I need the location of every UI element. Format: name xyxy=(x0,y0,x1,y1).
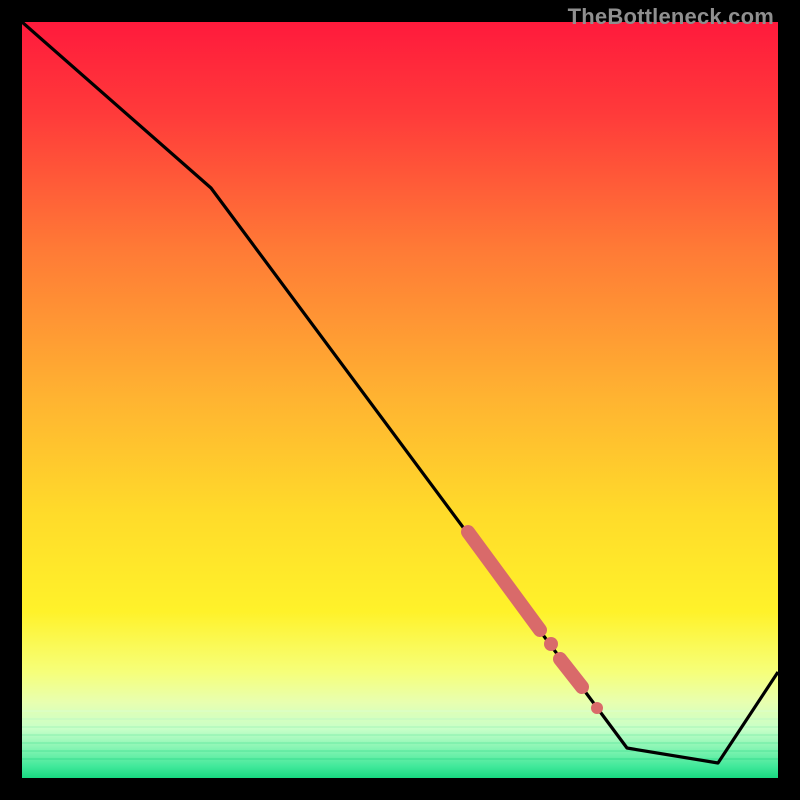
watermark-text: TheBottleneck.com xyxy=(568,4,774,30)
gradient-background xyxy=(22,22,778,778)
chart-svg xyxy=(22,22,778,778)
chart-frame: TheBottleneck.com xyxy=(0,0,800,800)
